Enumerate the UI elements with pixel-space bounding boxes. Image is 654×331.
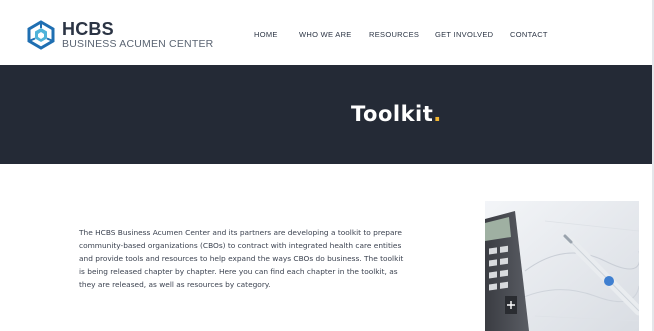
logo-title: HCBS — [62, 19, 114, 40]
nav-who-we-are[interactable]: WHO WE ARE — [299, 30, 352, 39]
calculator-photo — [485, 201, 639, 331]
logo-text: HCBS BUSINESS ACUMEN CENTER — [62, 20, 213, 50]
logo-link[interactable]: HCBS BUSINESS ACUMEN CENTER — [26, 20, 213, 50]
intro-paragraph: The HCBS Business Acumen Center and its … — [79, 228, 404, 290]
page: HCBS BUSINESS ACUMEN CENTER HOME WHO WE … — [0, 0, 654, 331]
page-title-dot: . — [433, 102, 442, 126]
nav-resources[interactable]: RESOURCES — [369, 30, 419, 39]
nav-get-involved[interactable]: GET INVOLVED — [435, 30, 493, 39]
hcbs-logo-icon — [27, 20, 55, 50]
page-title-text: Toolkit — [351, 102, 434, 126]
page-title: Toolkit. — [351, 104, 442, 125]
nav-contact[interactable]: CONTACT — [510, 30, 548, 39]
site-header: HCBS BUSINESS ACUMEN CENTER HOME WHO WE … — [0, 0, 654, 65]
hero-banner: Toolkit. — [0, 65, 654, 164]
nav-home[interactable]: HOME — [254, 30, 278, 39]
logo-subtitle: BUSINESS ACUMEN CENTER — [62, 38, 214, 51]
